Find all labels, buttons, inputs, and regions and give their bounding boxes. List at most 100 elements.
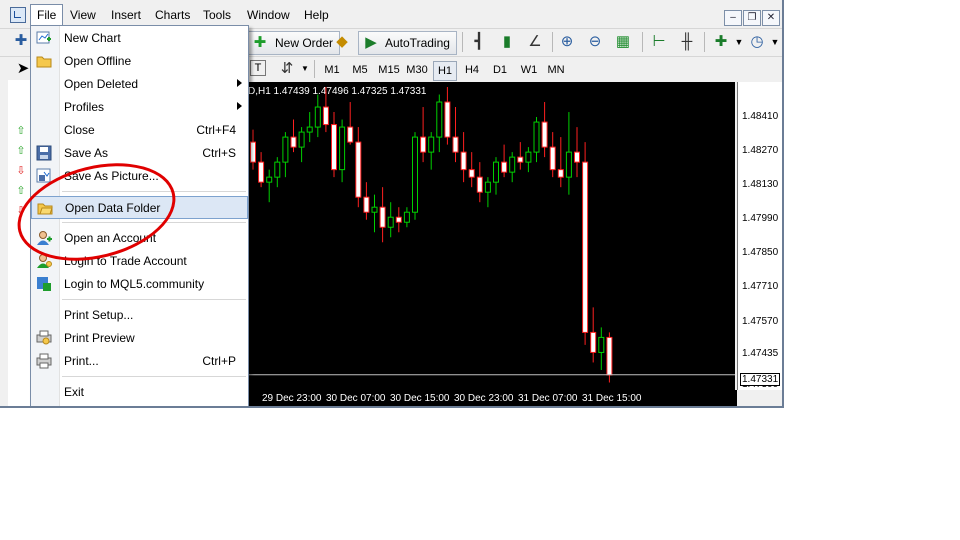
candle-body: [290, 136, 297, 148]
menu-item-exit[interactable]: Exit: [31, 381, 248, 404]
close-icon[interactable]: ✕: [762, 10, 780, 26]
timeframe-m15[interactable]: M15: [376, 61, 402, 79]
candle-body: [533, 121, 540, 153]
candle-body: [274, 161, 281, 178]
candle-body: [541, 121, 548, 148]
candle-body: [574, 151, 580, 163]
menu-item-print[interactable]: Print... Ctrl+P: [31, 350, 248, 373]
chevron-down-icon[interactable]: ▼: [730, 33, 748, 51]
mql5-icon: [36, 276, 52, 292]
candle-body: [355, 141, 362, 198]
autotrading-icon: ▶: [365, 34, 377, 51]
candle-body: [428, 136, 435, 153]
printer-icon: [36, 353, 52, 369]
clock-icon[interactable]: ◷: [748, 33, 766, 51]
menu-separator: [62, 376, 246, 377]
menu-item-label: Print Preview: [64, 331, 135, 345]
zoom-out-icon[interactable]: ⊖: [586, 33, 604, 51]
arrows-icon[interactable]: ⇵: [278, 60, 296, 78]
timeframe-h4[interactable]: H4: [461, 61, 483, 79]
new-chart-toolbar-icon[interactable]: ✚: [12, 32, 30, 50]
menu-item-open-deleted[interactable]: Open Deleted: [31, 73, 248, 96]
menu-item-print-setup[interactable]: Print Setup...: [31, 304, 248, 327]
candle-body: [266, 176, 273, 183]
price-chart[interactable]: D,H1 1.47439 1.47496 1.47325 1.47331: [248, 82, 735, 390]
candle-body: [250, 141, 256, 163]
candle-body: [606, 336, 613, 376]
candlestick-icon[interactable]: ▮: [498, 33, 516, 51]
chevron-down-icon[interactable]: ▼: [766, 33, 782, 51]
new-order-button[interactable]: ✚ New Order: [248, 31, 341, 55]
menu-tools[interactable]: Tools: [203, 4, 231, 26]
menu-item-login-mql5[interactable]: Login to MQL5.community: [31, 273, 248, 296]
candle-body: [509, 156, 516, 173]
candle-body: [565, 151, 572, 178]
time-label: 31 Dec 07:00: [518, 393, 578, 404]
candle-body: [363, 196, 370, 213]
menu-item-open-offline[interactable]: Open Offline: [31, 50, 248, 73]
menu-help[interactable]: Help: [304, 4, 329, 26]
save-icon: [36, 145, 52, 161]
timeframe-w1[interactable]: W1: [517, 61, 541, 79]
menu-item-new-chart[interactable]: New Chart: [31, 27, 248, 50]
metaeditor-icon[interactable]: ◆: [333, 33, 351, 51]
timeframe-m1[interactable]: M1: [321, 61, 343, 79]
menu-insert[interactable]: Insert: [111, 4, 141, 26]
candle-body: [379, 206, 386, 228]
menu-charts[interactable]: Charts: [155, 4, 190, 26]
time-label: 30 Dec 07:00: [326, 393, 386, 404]
candle-body: [444, 101, 451, 138]
up-arrow-icon: ⇧: [16, 185, 26, 197]
zoom-in-icon[interactable]: ⊕: [558, 33, 576, 51]
timeframe-h1[interactable]: H1: [433, 61, 457, 81]
candle-body: [452, 136, 459, 153]
candle-body: [460, 151, 467, 171]
indicators-icon[interactable]: ✚: [712, 33, 730, 51]
terminal-window: File View Insert Charts Tools Window Hel…: [0, 0, 784, 408]
candle-body: [371, 206, 378, 213]
candle-body: [436, 101, 443, 138]
menu-item-print-preview[interactable]: Print Preview: [31, 327, 248, 350]
candle-body: [412, 136, 418, 213]
price-label: 1.47570: [742, 316, 779, 327]
line-chart-icon[interactable]: ∠: [526, 33, 544, 51]
time-label: 31 Dec 15:00: [582, 393, 642, 404]
chevron-down-icon[interactable]: ▼: [296, 60, 314, 78]
candle-body: [476, 176, 483, 193]
autoscroll-icon[interactable]: ⊢: [650, 33, 668, 51]
candle-body: [525, 151, 532, 163]
menu-file[interactable]: File: [30, 4, 64, 26]
autotrading-button[interactable]: ▶ AutoTrading: [358, 31, 457, 55]
bar-chart-icon[interactable]: ┫: [470, 33, 488, 51]
candle-body: [306, 126, 313, 133]
down-arrow-icon: ⇩: [16, 165, 26, 177]
menu-item-label: Close: [64, 123, 95, 137]
menu-item-save-as[interactable]: Save As Ctrl+S: [31, 142, 248, 165]
timeframe-d1[interactable]: D1: [489, 61, 511, 79]
candles-layer: [248, 87, 735, 383]
minimize-icon[interactable]: –: [724, 10, 742, 26]
tile-windows-icon[interactable]: ▦: [614, 33, 632, 51]
chart-shift-icon[interactable]: ╫: [678, 33, 696, 51]
toolbar-separator: [642, 32, 643, 52]
candle-body: [258, 161, 265, 183]
plus-icon: ✚: [253, 34, 267, 51]
time-label: 30 Dec 15:00: [390, 393, 450, 404]
restore-icon[interactable]: ❐: [743, 10, 761, 26]
menu-item-profiles[interactable]: Profiles: [31, 96, 248, 119]
candle-body: [484, 181, 491, 193]
menu-view[interactable]: View: [70, 4, 96, 26]
toolbar-separator: [462, 32, 463, 52]
timeframe-m5[interactable]: M5: [349, 61, 371, 79]
candle-body: [517, 156, 524, 163]
price-scale: 1.48410 1.48270 1.48130 1.47990 1.47850 …: [737, 82, 782, 390]
menu-window[interactable]: Window: [247, 4, 290, 26]
price-label: 1.47710: [742, 281, 779, 292]
timeframe-m30[interactable]: M30: [404, 61, 430, 79]
app-icon[interactable]: [10, 7, 26, 23]
menu-item-close[interactable]: Close Ctrl+F4: [31, 119, 248, 142]
candle-body: [403, 211, 410, 223]
text-tool-icon[interactable]: T: [250, 60, 266, 76]
timeframe-mn[interactable]: MN: [545, 61, 567, 79]
menu-item-label: Exit: [64, 385, 85, 399]
